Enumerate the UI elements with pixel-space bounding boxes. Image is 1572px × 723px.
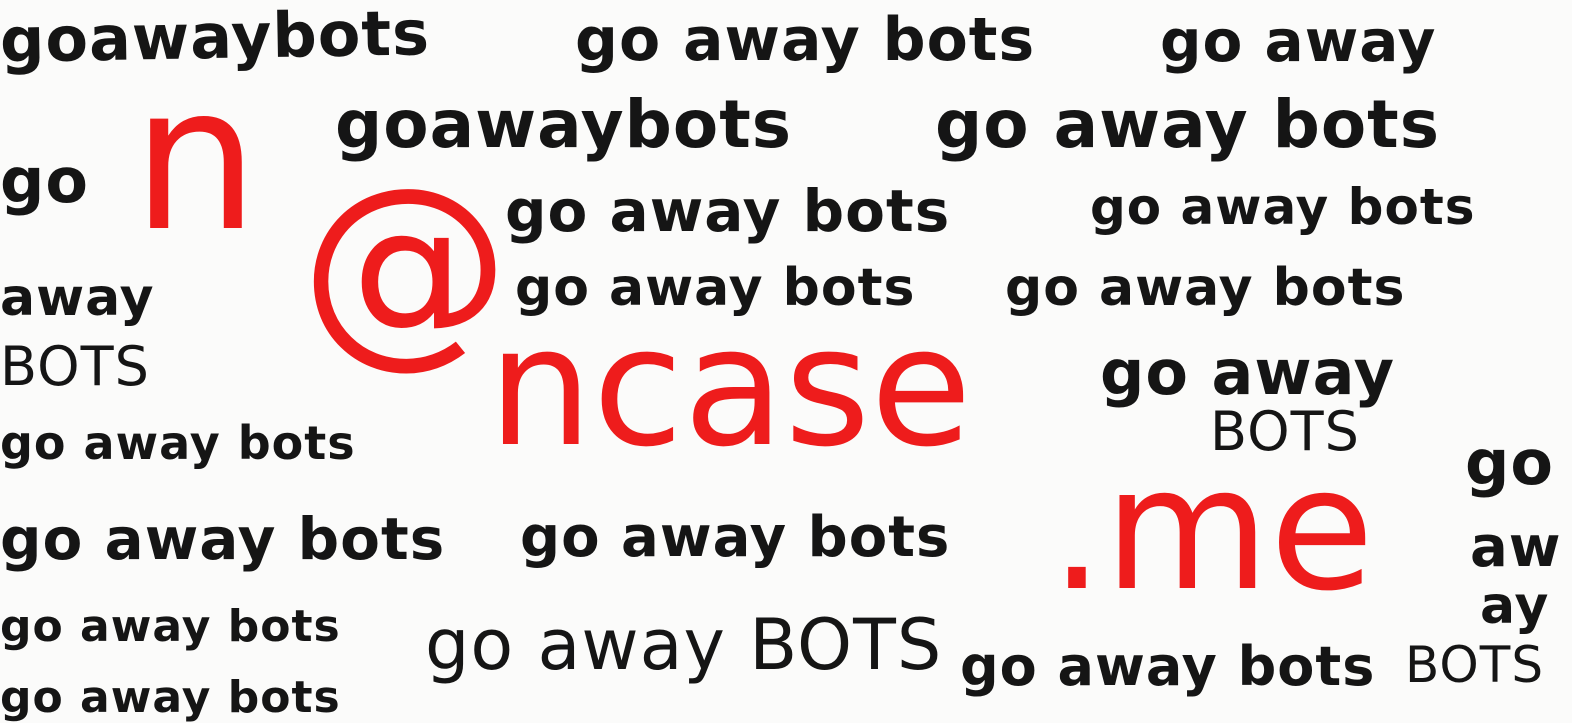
scribble-text: go away bots <box>1090 178 1476 236</box>
scribble-text: BOTS <box>1405 636 1545 694</box>
scribble-text: go away bots <box>960 635 1376 698</box>
scribble-text: go away <box>1160 7 1437 75</box>
scribble-text: go away bots <box>0 672 341 723</box>
scribble-text: go <box>0 144 89 217</box>
scribble-text: aw <box>1470 515 1562 580</box>
handwritten-poster: goawaybots go away bots go away goawaybo… <box>0 0 1572 723</box>
scribble-text: go away bots <box>0 416 356 470</box>
scribble-text: away <box>0 268 155 328</box>
scribble-text: go away bots <box>575 5 1036 75</box>
scribble-text: go away BOTS <box>425 604 943 686</box>
scribble-text: BOTS <box>0 335 150 398</box>
email-domain: ncase <box>488 291 972 483</box>
scribble-text: go away bots <box>0 601 341 652</box>
scribble-text: ay <box>1480 576 1550 636</box>
email-user: n <box>132 43 259 276</box>
scribble-text: go away <box>1100 336 1396 409</box>
email-tld: .me <box>1050 431 1375 629</box>
scribble-text: go away bots <box>0 505 446 573</box>
scribble-text: go away bots <box>935 86 1441 163</box>
scribble-text: go <box>1465 426 1554 499</box>
email-at-sign: @ <box>300 142 510 387</box>
scribble-text: go away bots <box>505 177 951 245</box>
scribble-text: go away bots <box>1005 258 1406 318</box>
scribble-text: go away bots <box>520 505 951 570</box>
